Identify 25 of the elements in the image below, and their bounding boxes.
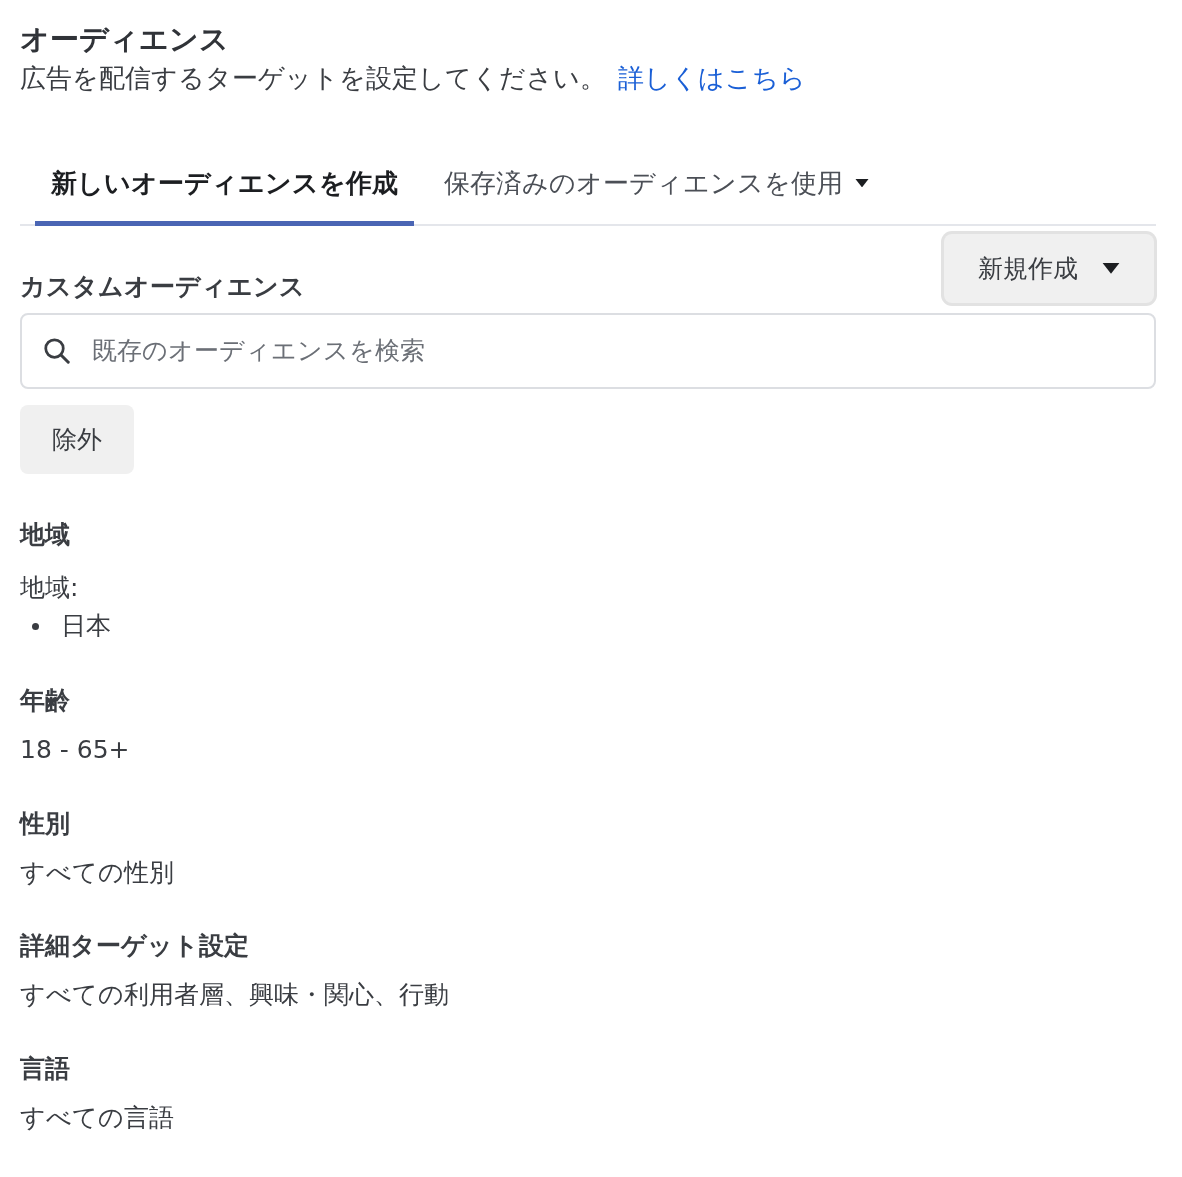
tab[interactable]: 保存済みのオーディエンスを使用 <box>428 153 885 226</box>
exclude-button[interactable]: 除外 <box>20 404 134 474</box>
section-heading: 地域 <box>20 518 71 551</box>
section-title: オーディエンス <box>20 22 230 57</box>
section-heading: 性別 <box>20 807 71 840</box>
create-new-button[interactable]: 新規作成 <box>944 233 1154 303</box>
search-icon <box>42 335 72 366</box>
caret-icon <box>1102 262 1120 274</box>
section-value: すべての言語 <box>20 1101 175 1134</box>
bullet-icon <box>32 622 39 630</box>
section-heading: 年齢 <box>20 685 71 718</box>
section-value: 18 - 65+ <box>20 734 131 767</box>
caret-icon <box>855 179 869 188</box>
tab[interactable]: 新しいオーディエンスを作成 <box>35 153 414 226</box>
description-text: 広告を配信するターゲットを設定してください。 <box>20 61 606 95</box>
section-value: すべての性別 <box>20 856 175 889</box>
search-input[interactable]: 既存のオーディエンスを検索 <box>90 335 1134 367</box>
subsection-title: カスタムオーディエンス <box>20 270 305 303</box>
learn-more-link[interactable]: 詳しくはこちら <box>618 60 806 96</box>
list-item: 日本 <box>61 610 111 643</box>
search-bar[interactable]: 既存のオーディエンスを検索 <box>20 312 1156 389</box>
section-heading: 言語 <box>20 1052 71 1085</box>
section-heading: 詳細ターゲット設定 <box>20 930 250 963</box>
section-value: すべての利用者層、興味・関心、行動 <box>20 979 450 1012</box>
field-label: 地域: <box>20 571 80 604</box>
